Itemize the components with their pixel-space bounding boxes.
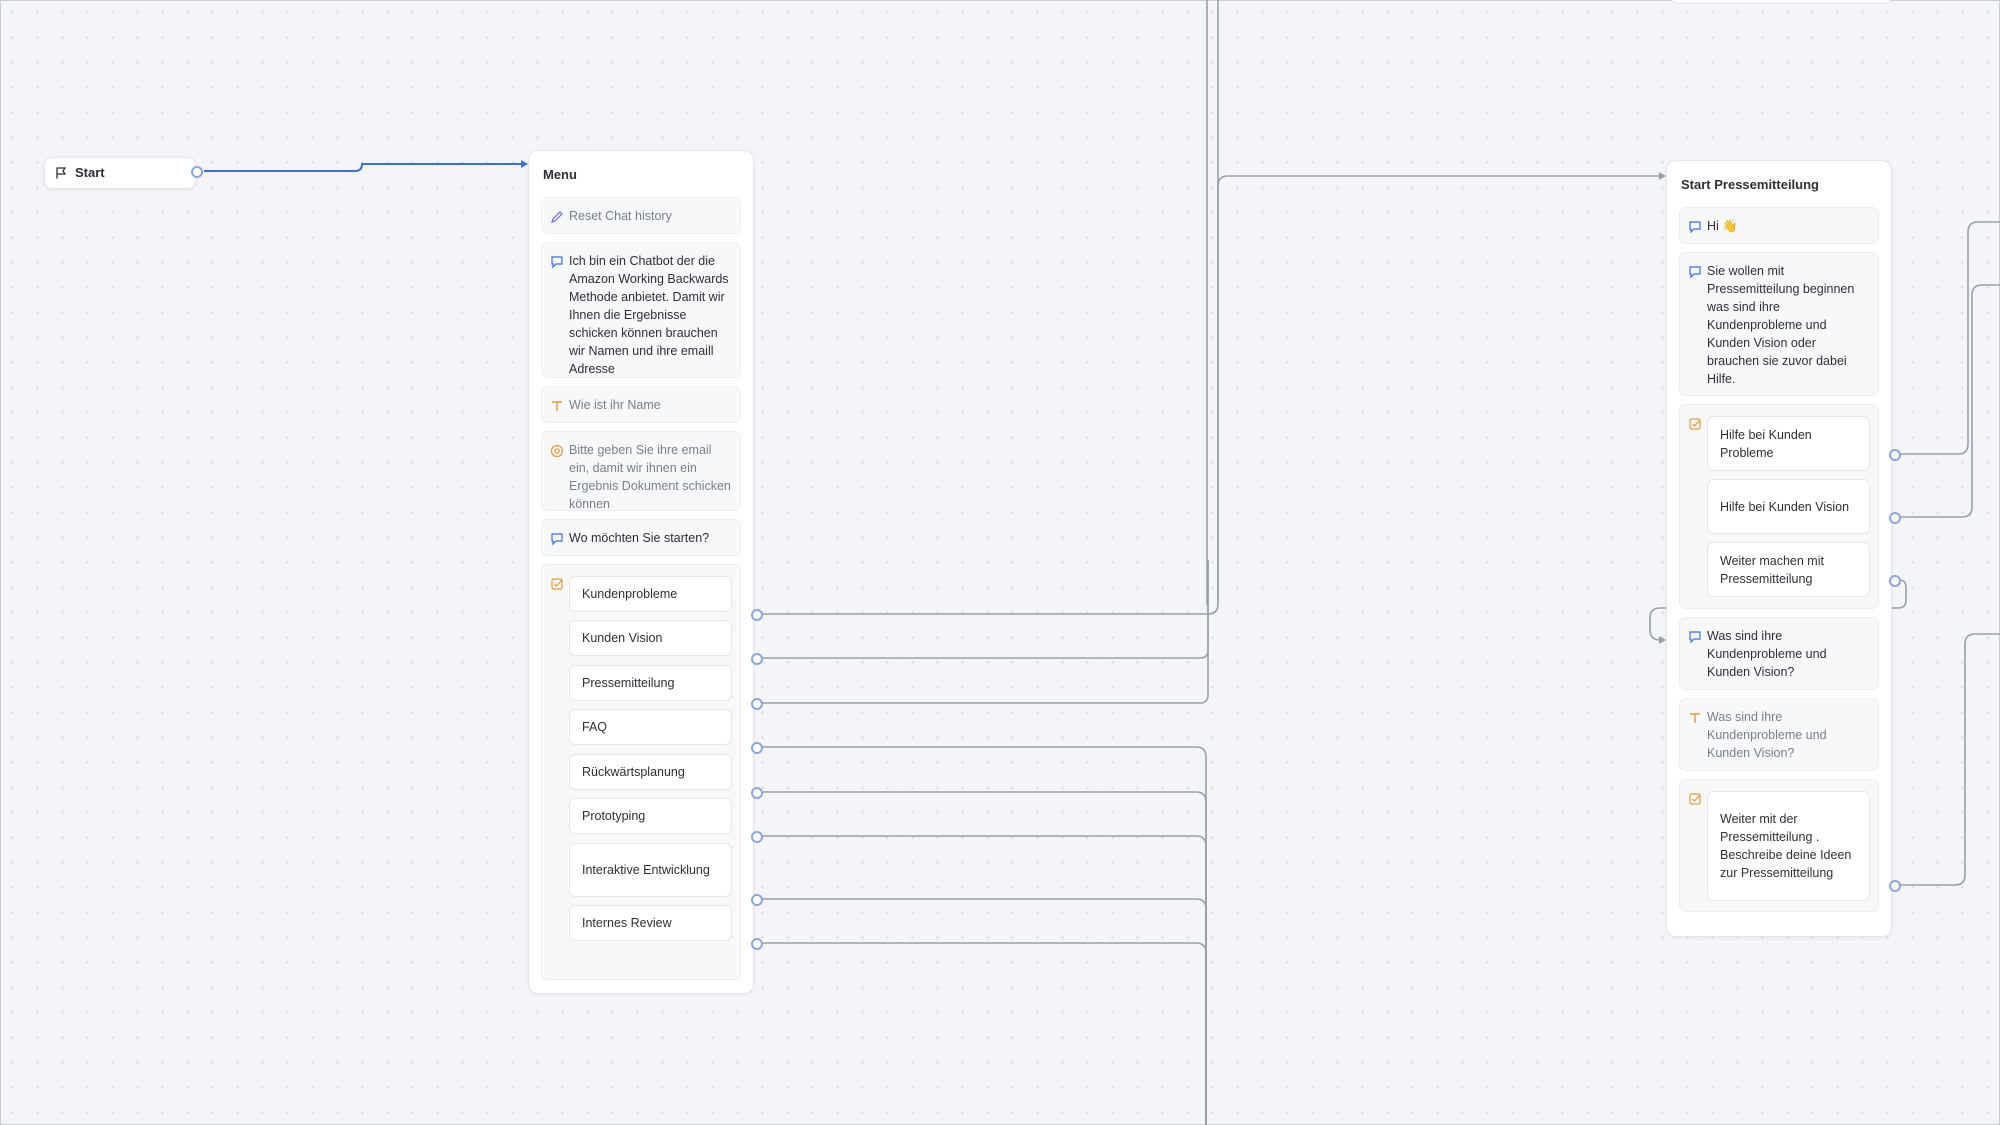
block-text: Hi 👋	[1707, 219, 1738, 233]
edge-arrow	[1659, 636, 1666, 644]
checkbox-icon	[1689, 418, 1701, 430]
edge-arrow	[1659, 172, 1666, 180]
choice-handle[interactable]	[1889, 449, 1901, 461]
choice-handle[interactable]	[751, 742, 763, 754]
choice-item[interactable]: Kundenprobleme	[569, 576, 732, 612]
choice-handle[interactable]	[751, 609, 763, 621]
menu-node[interactable]: Menu Reset Chat history Ich bin ein Chat…	[528, 150, 754, 994]
edge-arrow	[521, 160, 528, 168]
checkbox-icon	[1689, 793, 1701, 805]
edge-faq	[762, 746, 1207, 1125]
choice-handle[interactable]	[1889, 512, 1901, 524]
menu-title: Menu	[543, 167, 577, 182]
block-name-input[interactable]: Wie ist ihr Name	[541, 386, 741, 423]
edge-internes-review	[762, 942, 1207, 1125]
block-greeting[interactable]: Hi 👋	[1679, 207, 1879, 244]
choice-handle[interactable]	[751, 787, 763, 799]
block-text: Sie wollen mit Pressemitteilung beginnen…	[1707, 264, 1855, 386]
block-text: Bitte geben Sie ihre email ein, damit wi…	[569, 443, 731, 511]
block-help-choices[interactable]: Hilfe bei Kunden Probleme Hilfe bei Kund…	[1679, 404, 1879, 609]
chat-bubble-icon	[551, 533, 563, 546]
block-text: Wo möchten Sie starten?	[569, 531, 710, 545]
at-sign-icon	[550, 444, 564, 458]
press-node[interactable]: Start Pressemitteilung Hi 👋 Sie wollen m…	[1666, 160, 1892, 937]
checkbox-icon	[551, 578, 563, 590]
choice-handle[interactable]	[751, 831, 763, 843]
block-reset-chat[interactable]: Reset Chat history	[541, 197, 741, 234]
choice-item[interactable]: Hilfe bei Kunden Probleme	[1707, 416, 1870, 471]
text-input-icon	[1690, 713, 1700, 723]
choice-item[interactable]: Weiter machen mit Pressemitteilung	[1707, 542, 1870, 597]
edge-kunden-vision	[762, 560, 1209, 659]
chat-bubble-icon	[1689, 266, 1701, 279]
block-text: Ich bin ein Chatbot der die Amazon Worki…	[569, 254, 729, 376]
choice-handle[interactable]	[751, 894, 763, 906]
choice-item[interactable]: Rückwärtsplanung	[569, 754, 732, 790]
block-email-input[interactable]: Bitte geben Sie ihre email ein, damit wi…	[541, 431, 741, 511]
choice-item[interactable]: Kunden Vision	[569, 620, 732, 656]
choice-handle[interactable]	[751, 698, 763, 710]
text-input-icon	[552, 401, 562, 411]
edge-prototyping	[762, 835, 1207, 1125]
choice-item[interactable]: Pressemitteilung	[569, 665, 732, 701]
block-intro-text[interactable]: Ich bin ein Chatbot der die Amazon Worki…	[541, 242, 741, 378]
edge-hilfe-probleme	[1900, 221, 2000, 455]
start-label: Start	[75, 165, 105, 180]
press-title: Start Pressemitteilung	[1681, 177, 1819, 192]
block-text: Wie ist ihr Name	[569, 398, 661, 412]
chat-bubble-icon	[1689, 221, 1701, 234]
edge-pressemitteilung	[762, 560, 1209, 704]
choice-handle[interactable]	[751, 653, 763, 665]
flag-icon	[56, 167, 67, 179]
choice-handle[interactable]	[751, 938, 763, 950]
block-answer-input[interactable]: Was sind ihre Kundenprobleme und Kunden …	[1679, 698, 1879, 771]
partial-node-top[interactable]	[1670, 0, 1892, 4]
block-start-question[interactable]: Wo möchten Sie starten?	[541, 519, 741, 556]
block-intro-text[interactable]: Sie wollen mit Pressemitteilung beginnen…	[1679, 252, 1879, 396]
choice-item[interactable]: Interaktive Entwicklung	[569, 843, 732, 897]
block-text: Was sind ihre Kundenprobleme und Kunden …	[1707, 629, 1827, 679]
start-node[interactable]: Start	[44, 157, 196, 189]
edge-hilfe-vision	[1900, 284, 2000, 518]
block-continue-choices[interactable]: Weiter mit der Pressemitteilung . Beschr…	[1679, 779, 1879, 912]
choice-item[interactable]: FAQ	[569, 709, 732, 745]
start-output-handle[interactable]	[191, 166, 203, 178]
choice-item[interactable]: Weiter mit der Pressemitteilung . Beschr…	[1707, 791, 1870, 901]
block-text: Reset Chat history	[569, 209, 672, 223]
chat-bubble-icon	[551, 256, 563, 269]
choice-item[interactable]: Prototyping	[569, 798, 732, 834]
edge-interaktive-entwicklung	[762, 898, 1207, 1125]
block-choices[interactable]: Kundenprobleme Kunden Vision Pressemitte…	[541, 564, 741, 980]
block-question[interactable]: Was sind ihre Kundenprobleme und Kunden …	[1679, 617, 1879, 690]
edge-weiter-pressemitteilung	[1900, 633, 2000, 886]
block-text: Was sind ihre Kundenprobleme und Kunden …	[1707, 710, 1827, 760]
chat-bubble-icon	[1689, 631, 1701, 644]
choice-handle[interactable]	[1889, 880, 1901, 892]
choice-handle[interactable]	[1889, 575, 1901, 587]
choice-item[interactable]: Internes Review	[569, 905, 732, 941]
edge-rueckwaertsplanung	[762, 791, 1207, 1125]
edge-start-menu	[204, 163, 526, 172]
edge-kundenprobleme	[762, 175, 1664, 615]
choice-item[interactable]: Hilfe bei Kunden Vision	[1707, 479, 1870, 534]
pencil-icon	[551, 211, 563, 223]
